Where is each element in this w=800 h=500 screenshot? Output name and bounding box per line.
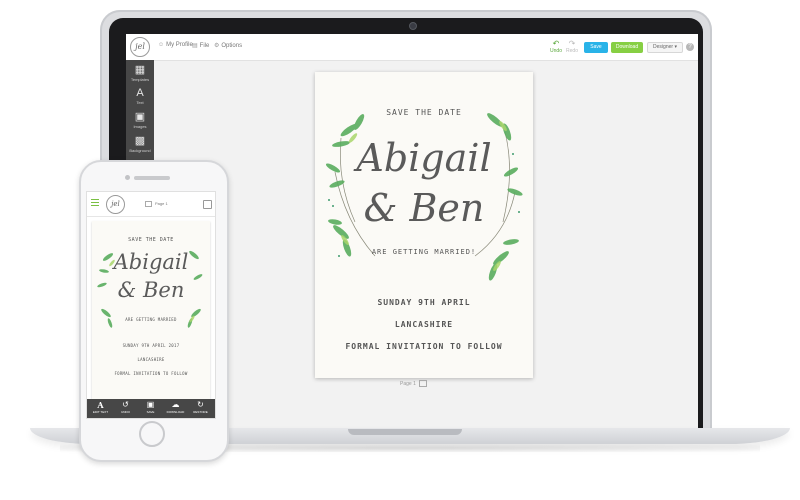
laptop-notch	[348, 429, 462, 435]
add-page-icon[interactable]	[203, 200, 212, 209]
user-icon: ☺	[158, 42, 165, 48]
undo-button[interactable]: ↶ Undo	[548, 39, 564, 54]
laptop-camera	[409, 22, 417, 30]
edit-text-button[interactable]: A EDIT TEXT	[88, 400, 113, 414]
mobile-place-text[interactable]: LANCASHIRE	[92, 357, 210, 362]
mobile-app-logo[interactable]: jel	[106, 195, 125, 214]
name-ben[interactable]: & Ben	[315, 188, 533, 228]
designer-select[interactable]: Designer ▾	[647, 42, 683, 53]
date-text[interactable]: SUNDAY 9TH APRIL	[315, 298, 533, 307]
name-abigail[interactable]: Abigail	[315, 138, 533, 178]
templates-icon: ▦	[134, 64, 146, 76]
invitation-card[interactable]: SAVE THE DATE Abigail & Ben ARE GETTING …	[315, 72, 533, 378]
text-icon: A	[136, 87, 144, 99]
download-button[interactable]: Download	[611, 42, 643, 53]
follow-text[interactable]: FORMAL INVITATION TO FOLLOW	[315, 342, 533, 351]
options-icon: ⚙	[214, 43, 220, 49]
phone-speaker	[134, 176, 170, 180]
page-thumb-icon	[418, 380, 427, 387]
chevron-down-icon: ▾	[674, 44, 677, 50]
hamburger-menu-icon[interactable]	[91, 199, 99, 207]
restore-icon: ↻	[197, 400, 204, 409]
mobile-restore-button[interactable]: ↻ RESTORE	[188, 400, 213, 414]
mobile-invitation-card[interactable]: SAVE THE DATE Abigail & Ben ARE GETTING …	[92, 221, 210, 399]
mobile-save-button[interactable]: ▣ SAVE	[138, 400, 163, 414]
undo-icon: ↺	[122, 400, 129, 409]
menu-my-profile[interactable]: ☺ My Profile	[158, 42, 193, 48]
mobile-date-text[interactable]: SUNDAY 9TH APRIL 2017	[92, 343, 210, 348]
images-icon: ▣	[134, 111, 146, 123]
file-icon: ▤	[192, 43, 198, 49]
mobile-follow-text[interactable]: FORMAL INVITATION TO FOLLOW	[92, 371, 210, 376]
page-indicator[interactable]: Page 1	[400, 380, 427, 387]
sidebar-item-templates[interactable]: ▦ Templates	[126, 64, 154, 82]
sidebar-item-images[interactable]: ▣ Images	[126, 111, 154, 129]
app-logo[interactable]: jel	[130, 37, 150, 57]
sidebar-item-text[interactable]: A Text	[126, 87, 154, 105]
place-text[interactable]: LANCASHIRE	[315, 320, 533, 329]
phone-home-button[interactable]	[139, 421, 165, 447]
mobile-name-ben[interactable]: & Ben	[92, 279, 210, 301]
getting-married-text[interactable]: ARE GETTING MARRIED!	[315, 248, 533, 256]
mobile-undo-button[interactable]: ↺ UNDO	[113, 400, 138, 414]
mobile-getting-married-text[interactable]: ARE GETTING MARRIED	[92, 317, 210, 322]
menu-options[interactable]: ⚙ Options	[214, 42, 242, 49]
mobile-page-indicator[interactable]: Page 1	[145, 201, 168, 207]
mobile-download-button[interactable]: ☁ DOWNLOAD	[163, 400, 188, 414]
mobile-top-bar: jel Page 1	[87, 192, 215, 217]
top-toolbar: jel ☺ My Profile ▤ File ⚙ Options ↶ Undo ↷ Re…	[126, 34, 698, 61]
menu-file[interactable]: ▤ File	[192, 42, 209, 49]
save-the-date-text[interactable]: SAVE THE DATE	[315, 108, 533, 117]
background-icon: ▩	[134, 135, 146, 147]
mobile-name-abigail[interactable]: Abigail	[92, 251, 210, 273]
cloud-download-icon: ☁	[171, 400, 180, 409]
text-icon: A	[97, 400, 104, 410]
redo-icon: ↷	[568, 39, 576, 48]
phone-screen: jel Page 1 SAVE THE DATE Abigail & Ben A…	[86, 191, 216, 419]
page-thumb-icon	[145, 201, 152, 207]
save-button[interactable]: Save	[584, 42, 608, 53]
redo-button[interactable]: ↷ Redo	[564, 39, 580, 54]
mobile-save-the-date-text[interactable]: SAVE THE DATE	[92, 237, 210, 243]
phone-camera	[125, 175, 130, 180]
save-icon: ▣	[146, 400, 155, 409]
sidebar-item-background[interactable]: ▩ Background	[126, 135, 154, 153]
undo-icon: ↶	[552, 39, 560, 48]
help-icon[interactable]: ?	[686, 43, 694, 51]
